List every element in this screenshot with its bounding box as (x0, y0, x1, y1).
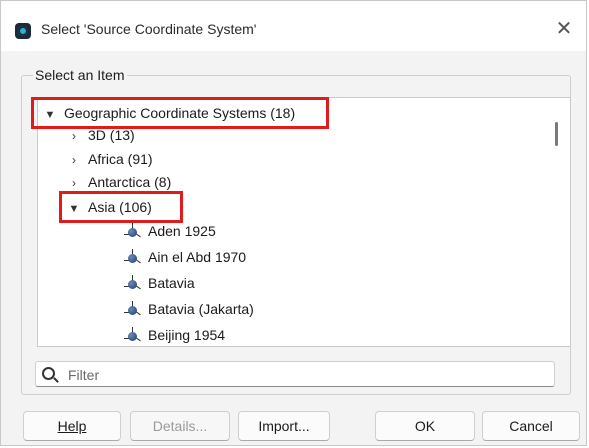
chevron-right-icon[interactable]: › (68, 149, 80, 171)
help-button[interactable]: Help (23, 411, 121, 441)
tree-leaf-batavia-jakarta[interactable]: Batavia (Jakarta) (124, 298, 254, 320)
tree-leaf-label: Aden 1925 (148, 223, 216, 239)
highlight-box-geographic (31, 97, 329, 129)
select-coordinate-system-dialog: Select 'Source Coordinate System' ✕ Sele… (0, 0, 587, 446)
geographic-coordinate-system-icon (124, 327, 142, 343)
details-button[interactable]: Details... (130, 411, 230, 441)
tree-leaf-batavia[interactable]: Batavia (124, 272, 195, 294)
tree-leaf-label: Beijing 1954 (148, 327, 226, 343)
tree-item-africa[interactable]: › Africa (91) (68, 148, 153, 170)
help-button-label: Help (57, 418, 87, 434)
tree-scrollbar[interactable] (555, 122, 558, 146)
title-bar[interactable]: Select 'Source Coordinate System' ✕ (1, 1, 586, 51)
geographic-coordinate-system-icon (124, 223, 142, 239)
search-icon (42, 367, 55, 380)
tree-leaf-aden-1925[interactable]: Aden 1925 (124, 220, 216, 242)
tree-leaf-label: Batavia (Jakarta) (148, 301, 254, 317)
app-icon (15, 23, 31, 39)
tree-leaf-beijing-1954[interactable]: Beijing 1954 (124, 324, 225, 346)
close-button[interactable]: ✕ (552, 17, 576, 41)
filter-box[interactable] (35, 361, 555, 387)
tree-leaf-label: Ain el Abd 1970 (148, 249, 247, 265)
geographic-coordinate-system-icon (124, 249, 142, 265)
tree-leaf-ain-el-abd-1970[interactable]: Ain el Abd 1970 (124, 246, 246, 268)
filter-input[interactable] (66, 365, 540, 385)
geographic-coordinate-system-icon (124, 275, 142, 291)
tree-item-label: 3D (13) (88, 127, 135, 143)
window-title: Select 'Source Coordinate System' (41, 21, 257, 37)
tree-leaf-label: Batavia (148, 275, 195, 291)
tree-item-label: Antarctica (8) (88, 174, 172, 190)
group-label: Select an Item (33, 67, 127, 83)
tree-item-antarctica[interactable]: › Antarctica (8) (68, 171, 171, 193)
ok-button[interactable]: OK (375, 411, 475, 441)
geographic-coordinate-system-icon (124, 301, 142, 317)
cancel-button[interactable]: Cancel (482, 411, 580, 441)
highlight-box-asia (59, 191, 183, 223)
tree-item-label: Africa (91) (88, 151, 153, 167)
import-button[interactable]: Import... (238, 411, 330, 441)
